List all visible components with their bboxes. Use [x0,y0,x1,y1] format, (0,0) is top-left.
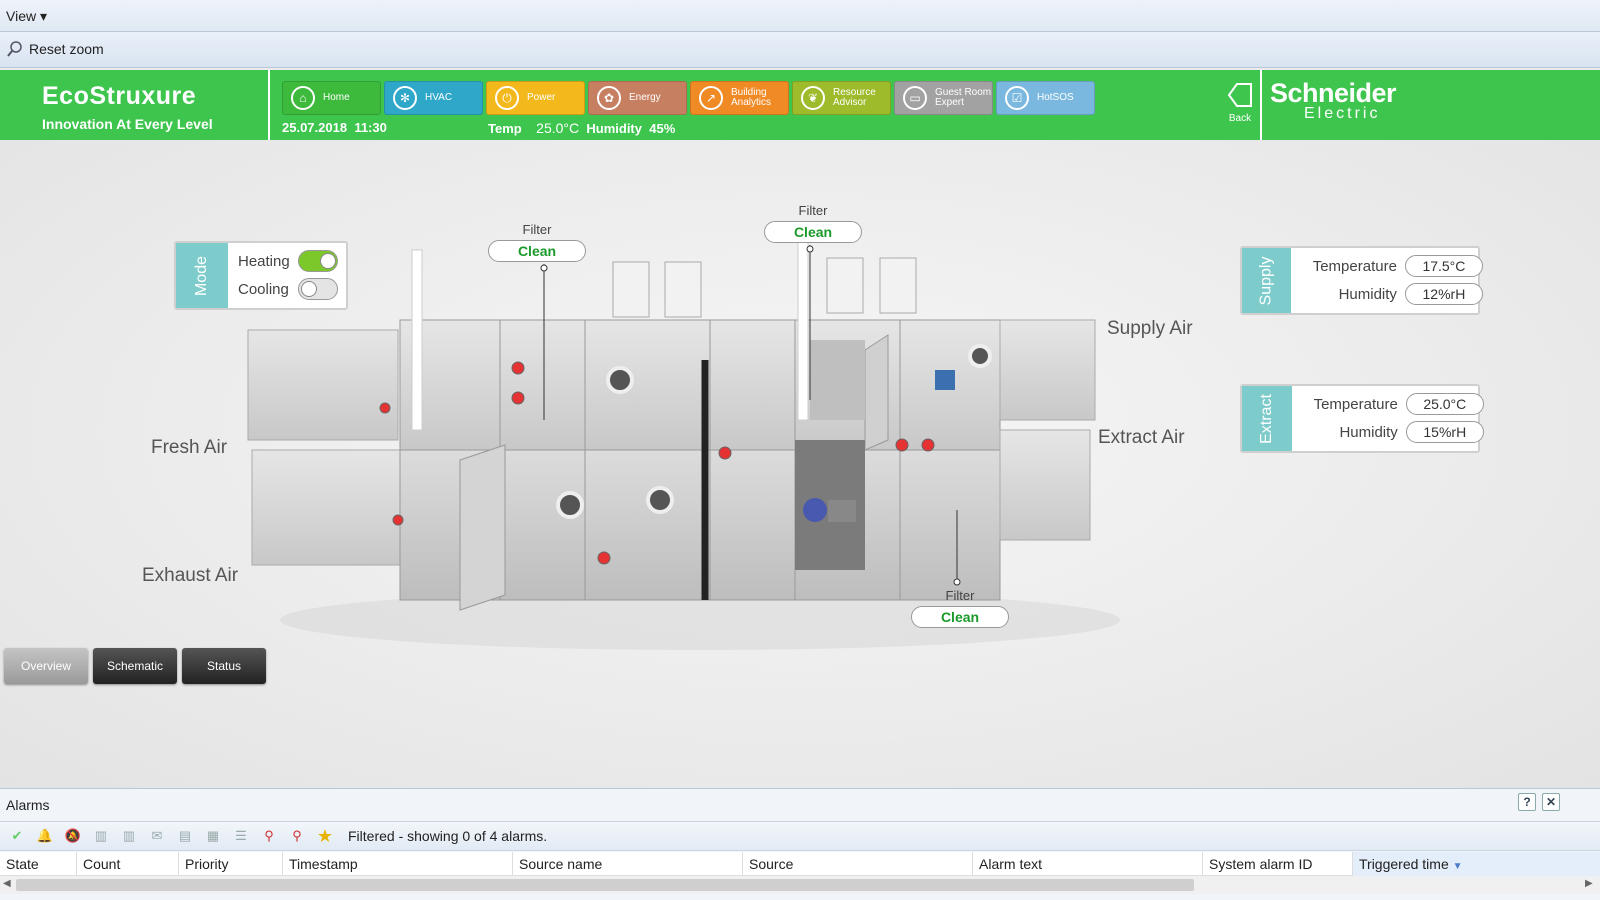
nav-guest-room-expert[interactable]: ▭ Guest Room Expert [894,81,993,115]
overview-view-button[interactable]: Overview [4,648,88,684]
column-header[interactable]: Source [743,852,973,876]
column-header-sorted[interactable]: Triggered time ▼ [1353,852,1600,876]
schematic-label: Schematic [106,659,164,673]
nav-label: Energy [629,92,661,103]
ahu-overview-stage: Mode Heating Cooling Supply Temperature 1… [0,140,1600,788]
nav-hvac[interactable]: ✻ HVAC [384,81,483,115]
temp-label: Temp [488,121,522,136]
temp-value: 25.0°C [536,120,580,136]
nav-label: HVAC [425,92,453,103]
checkbox-icon: ☑ [1005,86,1029,110]
status-label: Status [206,659,242,673]
column-header[interactable]: Source name [513,852,743,876]
status-view-button[interactable]: Status [182,648,266,684]
horizontal-scrollbar[interactable]: ◀ ▶ [0,876,1600,894]
bell-icon[interactable]: 🔔 [34,826,56,846]
chart-icon: ↗ [699,86,723,110]
nav-label: Building Analytics [731,87,772,108]
nav-resource-advisor[interactable]: ❦ Resource Advisor [792,81,891,115]
back-arrow-icon [1227,83,1252,107]
overview-label: Overview [20,659,71,673]
back-label: Back [1228,113,1252,124]
energy-icon: ✿ [597,86,621,110]
zoom-toolbar: Reset zoom [0,32,1600,68]
scroll-right-icon[interactable]: ▶ [1585,878,1593,889]
help-button[interactable]: ? [1518,793,1536,811]
reset-zoom-button[interactable]: Reset zoom [6,40,104,58]
schneider-logo: Schneider Electric [1270,78,1397,123]
menu-bar: View ▾ [0,0,1600,32]
nav-label: Home [323,92,350,103]
leaf-icon: ❦ [801,86,825,110]
acknowledge-icon[interactable]: ✔ [6,826,28,846]
filter-clear-icon[interactable]: ⚲ [286,826,308,846]
column-header[interactable]: Alarm text [973,852,1203,876]
time-value: 11:30 [354,120,387,135]
nav-hotsos[interactable]: ☑ HotSOS [996,81,1095,115]
date-display: 25.07.2018 11:30 [282,120,387,135]
humidity-value: 45% [649,121,676,136]
schematic-view-button[interactable]: Schematic [93,648,177,684]
nav-label: HotSOS [1037,92,1074,103]
favorites-star-icon[interactable]: ★ [314,826,336,846]
nav-label: Guest Room Expert [935,87,992,108]
details-icon[interactable]: ▦ [202,826,224,846]
nav-building-analytics[interactable]: ↗ Building Analytics [690,81,789,115]
nav-home[interactable]: ⌂ Home [282,81,381,115]
assign-icon[interactable]: ▤ [174,826,196,846]
scroll-left-icon[interactable]: ◀ [3,878,11,889]
humidity-label: Humidity [586,121,642,136]
bed-icon: ▭ [903,86,927,110]
alarms-pane: Alarms ? ✕ ✔ 🔔 🔕 ▥ ▥ ✉ ▤ ▦ ☰ ⚲ ⚲ ★ Filte… [0,788,1600,900]
filter-leader-lines [540,245,961,586]
fan-icon: ✻ [393,86,417,110]
app-header: EcoStruxure Innovation At Every Level ⌂ H… [0,70,1600,140]
date-value: 25.07.2018 [282,120,348,135]
brand-title: EcoStruxure [42,82,197,110]
nav-energy[interactable]: ✿ Energy [588,81,687,115]
nav-label: Power [527,92,556,103]
column-header-label: Triggered time [1359,856,1449,872]
disable-all-icon[interactable]: ▥ [118,826,140,846]
reset-zoom-label: Reset zoom [29,41,104,57]
brand-tagline: Innovation At Every Level [42,116,213,132]
view-menu-label: View [6,8,37,24]
scrollbar-thumb[interactable] [16,879,1194,891]
alarms-table-header: State Count Priority Timestamp Source na… [0,852,1600,876]
column-header[interactable]: Timestamp [283,852,513,876]
plug-icon: ⏻ [495,86,519,110]
view-menu[interactable]: View ▾ [6,8,47,25]
column-header[interactable]: Priority [179,852,283,876]
column-header[interactable]: System alarm ID [1203,852,1353,876]
close-pane-button[interactable]: ✕ [1542,793,1560,811]
weather-display: Temp 25.0°C Humidity 45% [488,120,675,136]
alarms-toolbar: ✔ 🔔 🔕 ▥ ▥ ✉ ▤ ▦ ☰ ⚲ ⚲ ★ Filtered - showi… [0,821,1600,851]
nav-power[interactable]: ⏻ Power [486,81,585,115]
column-header[interactable]: State [0,852,77,876]
ecostruxure-logo: EcoStruxure Innovation At Every Level [4,70,270,140]
alarms-filter-status: Filtered - showing 0 of 4 alarms. [348,828,548,844]
comment-icon[interactable]: ✉ [146,826,168,846]
column-header[interactable]: Count [77,852,179,876]
zoom-reset-icon [7,41,22,57]
disable-icon[interactable]: ▥ [90,826,112,846]
back-button[interactable]: Back [1220,82,1260,124]
header-divider [1260,70,1262,140]
home-icon: ⌂ [291,86,315,110]
bell-off-icon[interactable]: 🔕 [62,826,84,846]
nav-label: Resource Advisor [833,87,876,108]
sort-desc-icon: ▼ [1452,861,1463,872]
checklist-icon[interactable]: ☰ [230,826,252,846]
alarms-title: Alarms [6,797,50,813]
filter-icon[interactable]: ⚲ [258,826,280,846]
